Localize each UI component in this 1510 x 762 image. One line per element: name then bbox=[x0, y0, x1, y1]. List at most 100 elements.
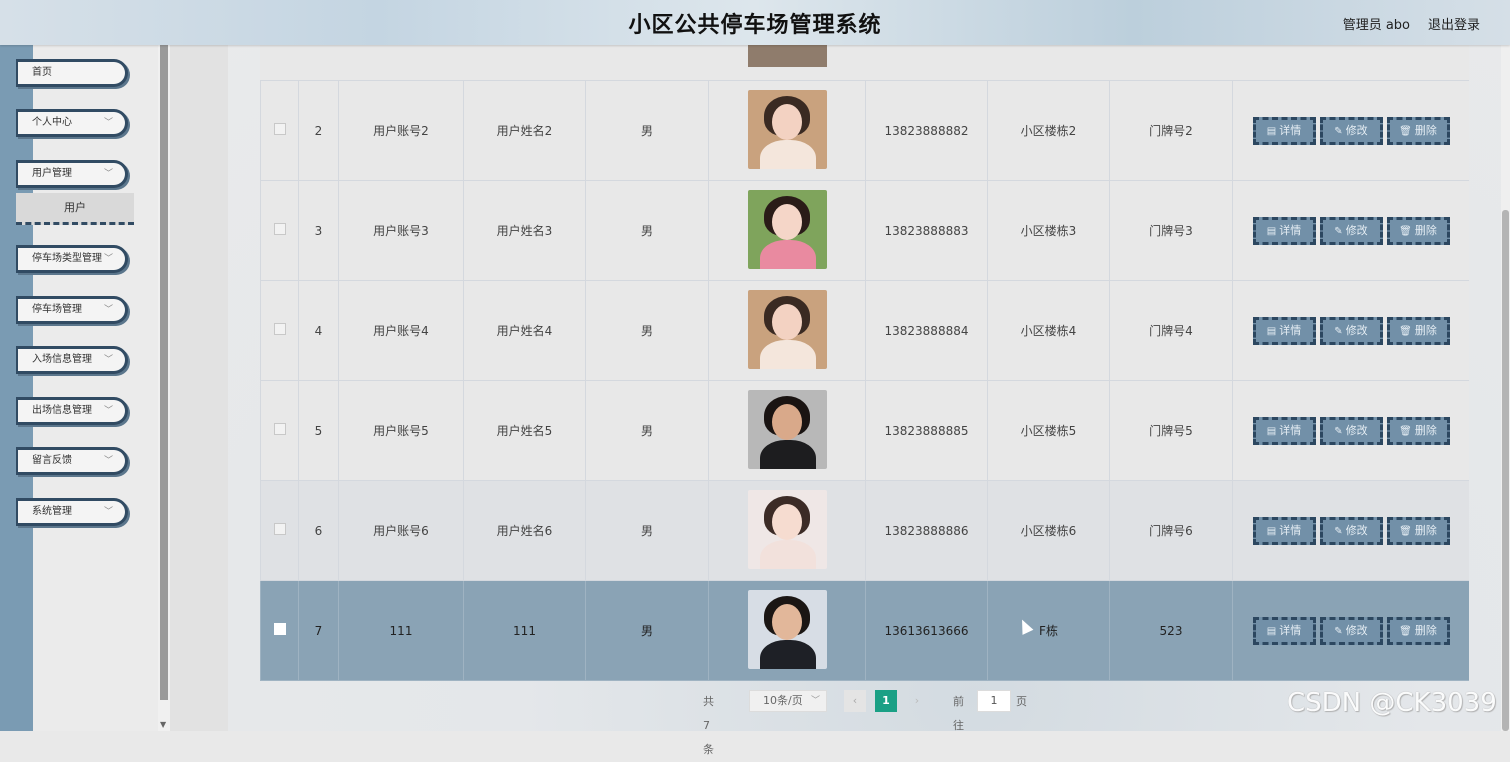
sidebar-item-label: 留言反馈 bbox=[32, 455, 72, 466]
next-page-button[interactable]: › bbox=[906, 690, 928, 712]
delete-button[interactable]: 🗑 删除 bbox=[1386, 116, 1450, 145]
row-checkbox[interactable] bbox=[273, 623, 286, 635]
chevron-down-icon: ﹀ bbox=[103, 169, 113, 179]
avatar-cell bbox=[708, 80, 866, 181]
table-row[interactable]: 6 用户账号6 用户姓名6 男 13823888886 小区楼栋6 门牌号6 ▤ 详情 ✎ 修改 🗑 删… bbox=[260, 480, 1469, 581]
edit-button[interactable]: ✎ 修改 bbox=[1319, 316, 1383, 345]
row-index: 4 bbox=[298, 280, 339, 381]
row-checkbox-cell bbox=[260, 280, 299, 381]
goto-page-input[interactable]: 1 bbox=[977, 690, 1011, 712]
sidebar-background bbox=[0, 45, 33, 731]
logout-link[interactable]: 退出登录 bbox=[1428, 14, 1480, 33]
sidebar-item-parking-type-management[interactable]: 停车场类型管理 ﹀ bbox=[16, 245, 128, 273]
detail-button[interactable]: ▤ 详情 bbox=[1252, 616, 1316, 645]
sidebar-item-label: 入场信息管理 bbox=[32, 354, 92, 365]
page-unit-label: 页 bbox=[1016, 695, 1027, 708]
sidebar-item-label: 出场信息管理 bbox=[32, 405, 92, 416]
sidebar-item-label: 个人中心 bbox=[32, 117, 72, 128]
delete-button[interactable]: 🗑 删除 bbox=[1386, 216, 1450, 245]
sidebar-item-feedback[interactable]: 留言反馈 ﹀ bbox=[16, 447, 128, 475]
row-index: 7 bbox=[298, 580, 339, 681]
row-checkbox[interactable] bbox=[273, 423, 286, 435]
user-gender: 男 bbox=[585, 380, 709, 481]
pencil-icon: ✎ bbox=[1334, 325, 1343, 337]
table-row[interactable]: 5 用户账号5 用户姓名5 男 13823888885 小区楼栋5 门牌号5 ▤ 详情 ✎ 修改 🗑 删… bbox=[260, 380, 1469, 481]
sidebar-item-personal-center[interactable]: 个人中心 ﹀ bbox=[16, 109, 128, 137]
document-icon: ▤ bbox=[1266, 625, 1277, 637]
user-phone: 13823888886 bbox=[865, 480, 988, 581]
sidebar-item-parking-lot-management[interactable]: 停车场管理 ﹀ bbox=[16, 296, 128, 324]
user-door-number: 门牌号4 bbox=[1109, 280, 1233, 381]
row-checkbox[interactable] bbox=[273, 523, 286, 535]
row-actions: ▤ 详情 ✎ 修改 🗑 删除 bbox=[1232, 80, 1469, 181]
row-checkbox-cell bbox=[260, 480, 299, 581]
row-checkbox[interactable] bbox=[273, 223, 286, 235]
row-checkbox-cell bbox=[260, 380, 299, 481]
user-name: 用户姓名3 bbox=[463, 180, 586, 281]
table-row[interactable]: 7 111 111 男 13613613666 F栋 523 ▤ 详情 ✎ 修改 🗑 删除 bbox=[260, 580, 1469, 681]
sidebar-item-system-management[interactable]: 系统管理 ﹀ bbox=[16, 498, 128, 526]
user-account: 用户账号4 bbox=[338, 280, 464, 381]
chevron-down-icon: ﹀ bbox=[103, 456, 113, 466]
current-page-button[interactable]: 1 bbox=[875, 690, 897, 712]
detail-button[interactable]: ▤ 详情 bbox=[1252, 316, 1316, 345]
user-door-number: 门牌号5 bbox=[1109, 380, 1233, 481]
sidebar-item-exit-info-management[interactable]: 出场信息管理 ﹀ bbox=[16, 397, 128, 425]
user-gender: 男 bbox=[585, 480, 709, 581]
sidebar-panel bbox=[33, 45, 158, 731]
delete-button[interactable]: 🗑 删除 bbox=[1386, 416, 1450, 445]
pencil-icon: ✎ bbox=[1334, 125, 1343, 137]
sidebar-item-user-management[interactable]: 用户管理 ﹀ bbox=[16, 160, 128, 188]
sidebar-item-label: 停车场类型管理 bbox=[32, 253, 102, 264]
table-row[interactable]: 3 用户账号3 用户姓名3 男 13823888883 小区楼栋3 门牌号3 ▤ 详情 ✎ 修改 🗑 删… bbox=[260, 180, 1469, 281]
detail-button[interactable]: ▤ 详情 bbox=[1252, 416, 1316, 445]
page-scrollbar-thumb[interactable] bbox=[1502, 210, 1509, 731]
chevron-down-icon: ﹀ bbox=[103, 118, 113, 128]
delete-button[interactable]: 🗑 删除 bbox=[1386, 616, 1450, 645]
delete-button[interactable]: 🗑 删除 bbox=[1386, 316, 1450, 345]
user-name: 用户姓名6 bbox=[463, 480, 586, 581]
edit-button[interactable]: ✎ 修改 bbox=[1319, 416, 1383, 445]
trash-icon: 🗑 bbox=[1399, 425, 1412, 437]
detail-button[interactable]: ▤ 详情 bbox=[1252, 216, 1316, 245]
table-row[interactable]: 4 用户账号4 用户姓名4 男 13823888884 小区楼栋4 门牌号4 ▤ 详情 ✎ 修改 🗑 删… bbox=[260, 280, 1469, 381]
user-table: 2 用户账号2 用户姓名2 男 13823888882 小区楼栋2 门牌号2 ▤ 详情 ✎ 修改 🗑 删… bbox=[260, 80, 1469, 681]
trash-icon: 🗑 bbox=[1399, 525, 1412, 537]
user-name: 用户姓名5 bbox=[463, 380, 586, 481]
detail-button[interactable]: ▤ 详情 bbox=[1252, 116, 1316, 145]
edit-button[interactable]: ✎ 修改 bbox=[1319, 516, 1383, 545]
scroll-down-arrow-icon[interactable]: ▼ bbox=[160, 720, 166, 729]
detail-button[interactable]: ▤ 详情 bbox=[1252, 516, 1316, 545]
sidebar-subitem-users[interactable]: 用户 bbox=[16, 193, 134, 225]
user-account: 用户账号2 bbox=[338, 80, 464, 181]
sidebar-item-home[interactable]: 首页 bbox=[16, 59, 128, 87]
edit-button[interactable]: ✎ 修改 bbox=[1319, 116, 1383, 145]
row-checkbox[interactable] bbox=[273, 123, 286, 135]
row-checkbox-cell bbox=[260, 580, 299, 681]
row-checkbox[interactable] bbox=[273, 323, 286, 335]
row-index: 5 bbox=[298, 380, 339, 481]
edit-button[interactable]: ✎ 修改 bbox=[1319, 216, 1383, 245]
delete-button[interactable]: 🗑 删除 bbox=[1386, 516, 1450, 545]
user-account: 用户账号5 bbox=[338, 380, 464, 481]
row-actions: ▤ 详情 ✎ 修改 🗑 删除 bbox=[1232, 480, 1469, 581]
row-actions: ▤ 详情 ✎ 修改 🗑 删除 bbox=[1232, 280, 1469, 381]
page-scrollbar[interactable] bbox=[1501, 45, 1510, 731]
user-phone: 13613613666 bbox=[865, 580, 988, 681]
sidebar-item-entry-info-management[interactable]: 入场信息管理 ﹀ bbox=[16, 346, 128, 374]
avatar bbox=[747, 89, 827, 169]
avatar bbox=[747, 189, 827, 269]
sidebar-scrollbar-thumb[interactable] bbox=[160, 45, 168, 700]
avatar bbox=[747, 289, 827, 369]
row-actions: ▤ 详情 ✎ 修改 🗑 删除 bbox=[1232, 380, 1469, 481]
edit-button[interactable]: ✎ 修改 bbox=[1319, 616, 1383, 645]
sidebar-scrollbar[interactable]: ▼ bbox=[158, 45, 170, 731]
table-row-partial bbox=[260, 45, 1469, 81]
user-phone: 13823888885 bbox=[865, 380, 988, 481]
page-size-select[interactable]: 10条/页 ﹀ bbox=[749, 690, 827, 712]
prev-page-button[interactable]: ‹ bbox=[844, 690, 866, 712]
user-door-number: 门牌号3 bbox=[1109, 180, 1233, 281]
user-gender: 男 bbox=[585, 180, 709, 281]
table-row[interactable]: 2 用户账号2 用户姓名2 男 13823888882 小区楼栋2 门牌号2 ▤ 详情 ✎ 修改 🗑 删… bbox=[260, 80, 1469, 181]
chevron-down-icon: ﹀ bbox=[103, 254, 113, 264]
